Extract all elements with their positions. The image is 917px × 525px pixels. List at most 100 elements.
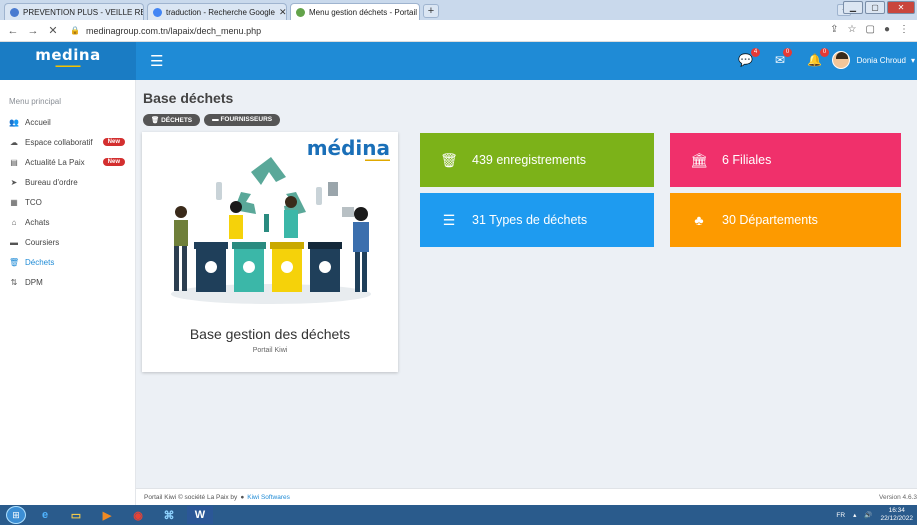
url-field[interactable]: 🔒 medinagroup.com.tn/lapaix/dech_menu.ph…	[70, 26, 261, 36]
language-indicator[interactable]: FR	[836, 512, 845, 519]
stop-icon[interactable]: ✕	[46, 24, 60, 37]
bank-icon: 🏛	[690, 151, 708, 168]
sidebar-item-label: Accueil	[25, 117, 51, 127]
logo[interactable]: medina ▬▬▬▬▬	[0, 42, 136, 80]
google-icon	[153, 7, 162, 17]
sitemap-icon: ♣	[694, 212, 704, 228]
building-icon: ⌂	[11, 217, 17, 227]
cloud-icon: ☁	[10, 137, 18, 147]
chat-icon[interactable]: 💬 4	[738, 48, 760, 67]
bookmark-star-icon[interactable]: ☆	[848, 24, 857, 35]
app-header: medina ▬▬▬▬▬ ☰ 💬 4 ✉ 0 🔔 0 Donia Chroud ▾	[0, 42, 917, 80]
file-explorer-icon[interactable]: ▭	[63, 506, 89, 524]
back-icon[interactable]: ←	[6, 25, 20, 37]
network-app-icon[interactable]: ⌘	[156, 506, 182, 524]
maximize-icon[interactable]: ▢	[865, 1, 885, 14]
hamburger-menu-icon[interactable]: ☰	[150, 52, 163, 70]
user-name: Donia Chroud	[856, 55, 906, 65]
stat-records[interactable]: 🗑 439 enregistrements	[420, 133, 654, 187]
sidebar-item-label: Actualité La Paix	[25, 157, 85, 167]
browser-menu-icon[interactable]: ⋮	[899, 24, 909, 35]
trash-icon: 🗑	[151, 117, 160, 124]
sidebar-item-espace-collaboratif[interactable]: ☁ Espace collaboratif New	[0, 132, 135, 152]
word-icon[interactable]: W	[187, 506, 213, 524]
window-close-icon[interactable]: ✕	[887, 1, 915, 14]
url-text: medinagroup.com.tn/lapaix/dech_menu.php	[85, 25, 262, 36]
footer-text: Portail Kiwi © société La Paix by	[144, 493, 238, 501]
window-controls: ▁ ▢ ✕	[843, 1, 915, 14]
lock-icon: 🔒	[70, 26, 80, 35]
pill-fournisseurs[interactable]: ▬ FOURNISSEURS	[204, 114, 281, 126]
sidebar-item-tco[interactable]: ▦ TCO	[0, 192, 135, 212]
volume-icon[interactable]: 🔊	[864, 511, 872, 519]
sidebar-item-label: Déchets	[25, 257, 55, 267]
clock-date: 22/12/2022	[880, 515, 913, 522]
new-tab-button[interactable]: +	[423, 4, 439, 18]
tab-title: PREVENTION PLUS - VEILLE REG	[23, 7, 144, 17]
logo-text: medina	[35, 46, 101, 64]
browser-actions: ⇪ ☆ ▢ ● ⋮	[830, 24, 909, 35]
clock-time: 16:34	[888, 507, 905, 514]
card-title: Base gestion des déchets	[189, 326, 351, 342]
truck-icon: ▬	[10, 237, 18, 247]
stat-label: 439 enregistrements	[472, 153, 586, 167]
chrome-icon[interactable]: ◉	[125, 506, 151, 524]
pill-dechets[interactable]: 🗑 DÉCHETS	[143, 114, 201, 126]
sidebar-toggle-icon[interactable]: ▢	[866, 24, 875, 35]
mail-icon[interactable]: ✉ 0	[775, 48, 793, 67]
minimize-icon[interactable]: ▁	[843, 1, 863, 14]
forward-icon[interactable]: →	[26, 25, 40, 37]
user-menu[interactable]: Donia Chroud ▾	[831, 51, 915, 69]
pill-nav: 🗑 DÉCHETS ▬ FOURNISSEURS	[143, 114, 281, 126]
address-bar: ← → ✕ 🔒 medinagroup.com.tn/lapaix/dech_m…	[0, 20, 917, 42]
sidebar-item-dpm[interactable]: ⇅ DPM	[0, 272, 135, 292]
sidebar-item-achats[interactable]: ⌂ Achats	[0, 212, 135, 232]
profile-icon[interactable]: ●	[884, 24, 890, 35]
sidebar-item-dechets[interactable]: 🗑 Déchets	[0, 252, 135, 272]
stat-departments[interactable]: ♣ 30 Départements	[670, 193, 901, 247]
internet-explorer-icon[interactable]: e	[32, 506, 58, 524]
logo-tagline-graphic: ▬▬▬▬▬	[55, 63, 81, 69]
sidebar-item-accueil[interactable]: 👥 Accueil	[0, 112, 135, 132]
mail-count-badge: 0	[783, 48, 793, 57]
sidebar-item-coursiers[interactable]: ▬ Coursiers	[0, 232, 135, 252]
card-subtitle: Portail Kiwi	[252, 347, 288, 354]
browser-tab-strip: PREVENTION PLUS - VEILLE REG ✕ traductio…	[0, 0, 917, 20]
recycling-illustration	[171, 157, 371, 304]
version-text: Version 4.6.3	[879, 493, 917, 501]
recycle-symbol-icon	[234, 157, 306, 217]
footer-link[interactable]: Kiwi Softwares	[247, 494, 290, 501]
tab-favicon-icon	[10, 7, 19, 17]
table-icon: ▦	[10, 197, 18, 207]
bell-count-badge: 0	[820, 48, 829, 57]
sidebar-item-label: Bureau d'ordre	[25, 177, 78, 187]
sidebar-item-label: Espace collaboratif	[25, 137, 93, 147]
stat-label: 6 Filiales	[722, 153, 772, 167]
stat-waste-types[interactable]: ☰ 31 Types de déchets	[420, 193, 654, 247]
close-tab-icon[interactable]: ✕	[279, 7, 286, 18]
trash-icon: 🗑	[9, 257, 20, 267]
bell-icon[interactable]: 🔔 0	[807, 48, 829, 67]
trash-icon: 🗑	[440, 151, 458, 168]
browser-tab-2[interactable]: Menu gestion déchets - Portail K ✕	[290, 3, 420, 20]
media-player-icon[interactable]: ▶	[94, 506, 120, 524]
users-icon: 👥	[9, 117, 19, 127]
sidebar-title: Menu principal	[9, 97, 62, 106]
tray-arrow-icon[interactable]: ▴	[853, 511, 856, 519]
sidebar-item-bureau-d-ordre[interactable]: ➤ Bureau d'ordre	[0, 172, 135, 192]
clock[interactable]: 16:34 22/12/2022	[880, 507, 913, 523]
start-button-icon[interactable]: ⊞	[6, 506, 26, 524]
sort-icon: ⇅	[10, 277, 18, 287]
sidebar-item-actualite-la-paix[interactable]: ▤ Actualité La Paix New	[0, 152, 135, 172]
browser-tab-1[interactable]: traduction - Recherche Google ✕	[147, 3, 287, 20]
tab-title: traduction - Recherche Google	[166, 7, 275, 17]
windows-taskbar: ⊞ e ▭ ▶ ◉ ⌘ W FR ▴ 🔊 16:34 22/12/2022	[0, 505, 917, 525]
sidebar-menu: 👥 Accueil ☁ Espace collaboratif New ▤ Actualit…	[0, 112, 135, 292]
notification-icons: 💬 4 ✉ 0 🔔 0	[738, 48, 829, 67]
waste-base-card[interactable]: médina ▬▬▬▬▬ Base gestion des déchets Po…	[142, 132, 398, 372]
sidebar: Menu principal 👥 Accueil ☁ Espace collabora…	[0, 80, 136, 505]
browser-tab-0[interactable]: PREVENTION PLUS - VEILLE REG ✕	[4, 3, 144, 20]
share-icon[interactable]: ⇪	[830, 24, 838, 35]
stat-subsidiaries[interactable]: 🏛 6 Filiales	[670, 133, 901, 187]
sidebar-item-label: Achats	[25, 217, 50, 227]
